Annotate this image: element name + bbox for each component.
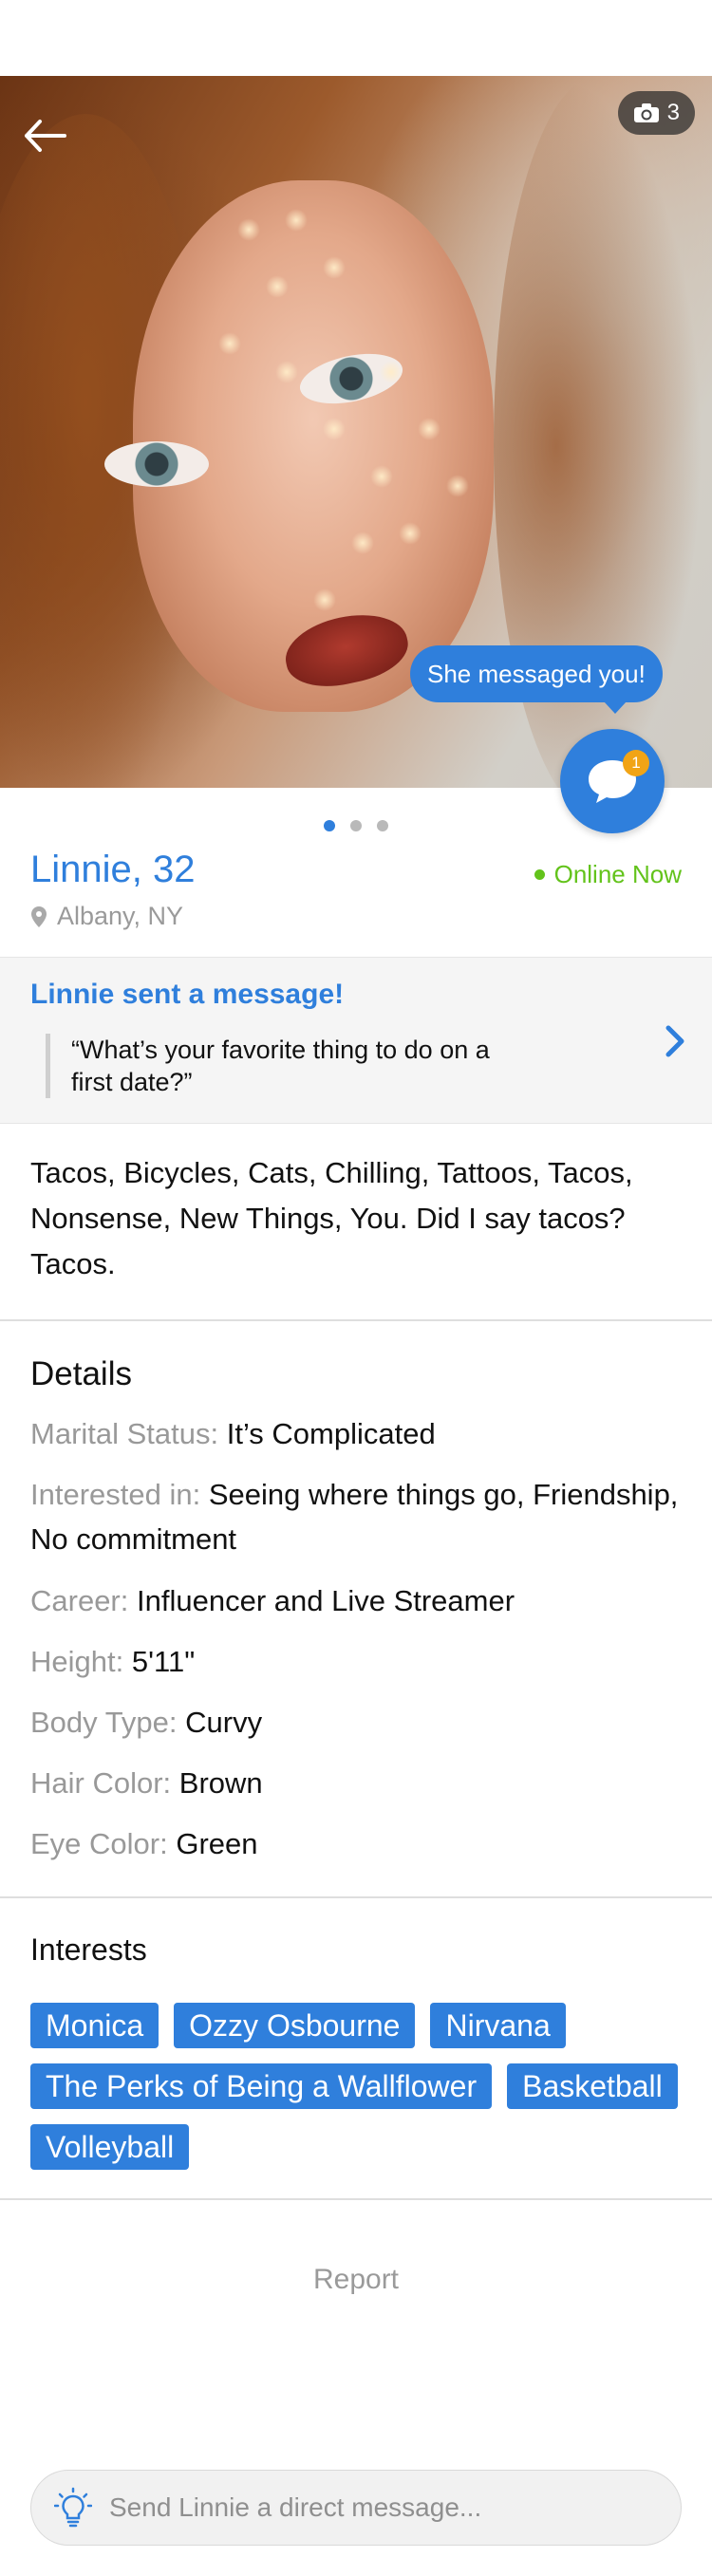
photo-light-spot (370, 465, 393, 488)
sent-message-quote: “What’s your favorite thing to do on a f… (46, 1034, 520, 1098)
chat-badge-count: 1 (631, 754, 641, 772)
profile-bio: Tacos, Bicycles, Cats, Chilling, Tattoos… (30, 1156, 633, 1280)
photo-light-spot (313, 588, 336, 611)
detail-value: Influencer and Live Streamer (137, 1584, 515, 1617)
detail-key: Hair Color: (30, 1766, 172, 1800)
report-link[interactable]: Report (0, 2264, 712, 2296)
photo-light-spot (323, 256, 346, 279)
detail-value: Curvy (185, 1706, 263, 1739)
photo-count-value: 3 (666, 100, 680, 125)
photo-light-spot (418, 418, 440, 440)
profile-location: Albany, NY (30, 902, 183, 931)
location-pin-icon (31, 905, 47, 927)
detail-eye-color: Eye Color: Green (30, 1821, 682, 1866)
detail-key: Body Type: (30, 1706, 178, 1739)
chat-notification-badge: 1 (623, 750, 649, 776)
online-dot-icon (534, 869, 545, 880)
sent-message-title: Linnie sent a message! (30, 979, 345, 1010)
detail-hair-color: Hair Color: Brown (30, 1761, 682, 1805)
profile-header: Linnie, 32 Online Now (30, 849, 682, 896)
tooltip-text: She messaged you! (427, 659, 646, 688)
detail-marital-status: Marital Status: It’s Complicated (30, 1411, 682, 1456)
sent-message-panel[interactable]: Linnie sent a message! “What’s your favo… (0, 957, 712, 1124)
she-messaged-you-tooltip[interactable]: She messaged you! (410, 645, 663, 714)
photo-light-spot (275, 361, 298, 383)
detail-value: 5'11" (131, 1645, 196, 1678)
detail-key: Marital Status: (30, 1417, 219, 1450)
photo-light-spot (380, 361, 403, 383)
chat-button[interactable]: 1 (560, 729, 665, 833)
chevron-right-icon[interactable] (661, 1022, 689, 1060)
photo-light-spot (285, 209, 308, 232)
photo-light-spot (399, 522, 422, 545)
detail-key: Eye Color: (30, 1827, 168, 1860)
photo-light-spot (218, 332, 241, 355)
online-status-text: Online Now (553, 860, 682, 888)
photo-light-spot (446, 475, 469, 497)
photo-eye-left (104, 441, 209, 487)
divider (0, 1896, 712, 1898)
detail-interested-in: Interested in: Seeing where things go, F… (30, 1472, 682, 1561)
interest-chip[interactable]: Monica (30, 2003, 159, 2048)
detail-height: Height: 5'11" (30, 1639, 682, 1684)
photo-light-spot (237, 218, 260, 241)
detail-value: Green (176, 1827, 258, 1860)
detail-career: Career: Influencer and Live Streamer (30, 1578, 682, 1623)
interest-chip[interactable]: Basketball (507, 2063, 678, 2109)
online-status: Online Now (534, 860, 682, 889)
direct-message-input[interactable] (109, 2492, 641, 2523)
detail-key: Height: (30, 1645, 124, 1678)
photo-pagination (0, 820, 712, 831)
detail-key: Interested in: (30, 1478, 201, 1511)
detail-value: It’s Complicated (226, 1417, 436, 1450)
interest-chip[interactable]: Volleyball (30, 2124, 190, 2170)
pagination-dot[interactable] (324, 820, 335, 831)
detail-key: Career: (30, 1584, 129, 1617)
pagination-dot[interactable] (377, 820, 388, 831)
photo-light-spot (323, 418, 346, 440)
divider (0, 2198, 712, 2200)
details-title: Details (30, 1355, 132, 1392)
interests-title: Interests (30, 1932, 147, 1967)
location-text: Albany, NY (57, 902, 184, 930)
interest-chip[interactable]: Ozzy Osbourne (174, 2003, 416, 2048)
back-arrow-icon[interactable] (21, 110, 72, 161)
camera-icon (633, 103, 659, 122)
detail-value: Brown (178, 1766, 263, 1800)
interest-chip[interactable]: The Perks of Being a Wallflower (30, 2063, 493, 2109)
detail-body-type: Body Type: Curvy (30, 1700, 682, 1745)
photo-light-spot (351, 532, 374, 554)
photo-light-spot (266, 275, 289, 298)
pagination-dot[interactable] (350, 820, 362, 831)
interest-chip[interactable]: Nirvana (430, 2003, 566, 2048)
profile-name-age: Linnie, 32 (30, 849, 196, 890)
photo-count-badge[interactable]: 3 (617, 91, 695, 135)
direct-message-bar[interactable] (30, 2470, 682, 2546)
lightbulb-icon (54, 2487, 92, 2528)
interests-chips: Monica Ozzy Osbourne Nirvana The Perks o… (30, 2003, 685, 2170)
status-bar-area (0, 0, 712, 76)
divider (0, 1319, 712, 1321)
